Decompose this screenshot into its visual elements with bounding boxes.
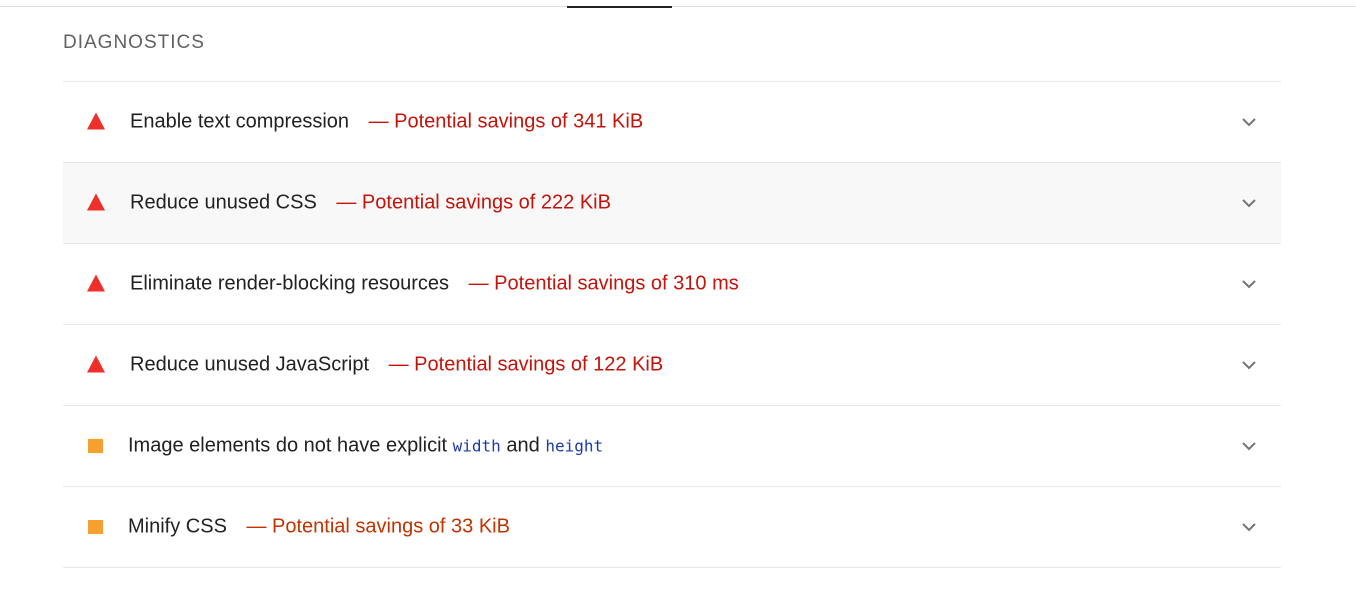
savings-text: Potential savings of 341 KiB	[394, 110, 644, 133]
audit-row-minify-css[interactable]: Minify CSS — Potential savings of 33 KiB	[63, 487, 1281, 568]
audit-savings: — Potential savings of 122 KiB	[389, 354, 664, 376]
chevron-down-icon[interactable]	[1241, 441, 1257, 451]
average-square-icon	[88, 439, 103, 453]
audit-row-eliminate-render-blocking[interactable]: Eliminate render-blocking resources — Po…	[63, 244, 1281, 325]
audit-title: Eliminate render-blocking resources — Po…	[130, 273, 739, 296]
audit-title: Minify CSS — Potential savings of 33 KiB	[128, 516, 510, 539]
fail-triangle-icon	[87, 112, 105, 130]
audit-row-enable-text-compression[interactable]: Enable text compression — Potential savi…	[63, 82, 1281, 163]
chevron-down-icon[interactable]	[1241, 279, 1257, 289]
savings-text: Potential savings of 122 KiB	[414, 353, 664, 376]
audit-title: Reduce unused JavaScript — Potential sav…	[130, 354, 663, 377]
audit-title: Enable text compression — Potential savi…	[130, 111, 643, 134]
audit-title-text: Enable text compression	[130, 110, 350, 133]
audit-savings: — Potential savings of 310 ms	[469, 273, 739, 295]
audit-title-text: Minify CSS	[128, 515, 227, 538]
audit-row-reduce-unused-javascript[interactable]: Reduce unused JavaScript — Potential sav…	[63, 325, 1281, 406]
audit-title: Reduce unused CSS — Potential savings of…	[130, 192, 611, 215]
savings-separator: —	[468, 272, 489, 295]
chevron-down-icon[interactable]	[1241, 198, 1257, 208]
savings-separator: —	[388, 353, 409, 376]
audit-title-joiner: and	[506, 434, 540, 457]
code-width: width	[452, 436, 501, 456]
savings-separator: —	[368, 110, 389, 133]
audit-row-reduce-unused-css[interactable]: Reduce unused CSS — Potential savings of…	[63, 163, 1281, 244]
chevron-down-icon[interactable]	[1241, 117, 1257, 127]
audit-savings: — Potential savings of 341 KiB	[369, 111, 644, 133]
active-tab-indicator	[567, 6, 672, 8]
code-height: height	[545, 436, 604, 456]
section-title: Diagnostics	[63, 32, 205, 53]
savings-separator: —	[336, 191, 357, 214]
savings-text: Potential savings of 310 ms	[494, 272, 739, 295]
audit-title-text: Reduce unused JavaScript	[130, 353, 370, 376]
audit-title-text: Eliminate render-blocking resources	[130, 272, 450, 295]
savings-text: Potential savings of 33 KiB	[272, 515, 510, 538]
savings-text: Potential savings of 222 KiB	[361, 191, 611, 214]
tab-bar-border	[0, 6, 1356, 7]
audit-savings: — Potential savings of 33 KiB	[246, 516, 509, 538]
savings-separator: —	[246, 515, 267, 538]
audit-row-image-dimensions[interactable]: Image elements do not have explicit widt…	[63, 406, 1281, 487]
chevron-down-icon[interactable]	[1241, 360, 1257, 370]
audit-title: Image elements do not have explicit widt…	[128, 435, 603, 458]
audit-list: Enable text compression — Potential savi…	[63, 81, 1281, 568]
audit-title-text: Image elements do not have explicit	[128, 434, 448, 457]
fail-triangle-icon	[87, 193, 105, 211]
audit-title-text: Reduce unused CSS	[130, 191, 317, 214]
average-square-icon	[88, 520, 103, 534]
chevron-down-icon[interactable]	[1241, 522, 1257, 532]
audit-savings: — Potential savings of 222 KiB	[336, 192, 611, 214]
fail-triangle-icon	[87, 274, 105, 292]
fail-triangle-icon	[87, 355, 105, 373]
